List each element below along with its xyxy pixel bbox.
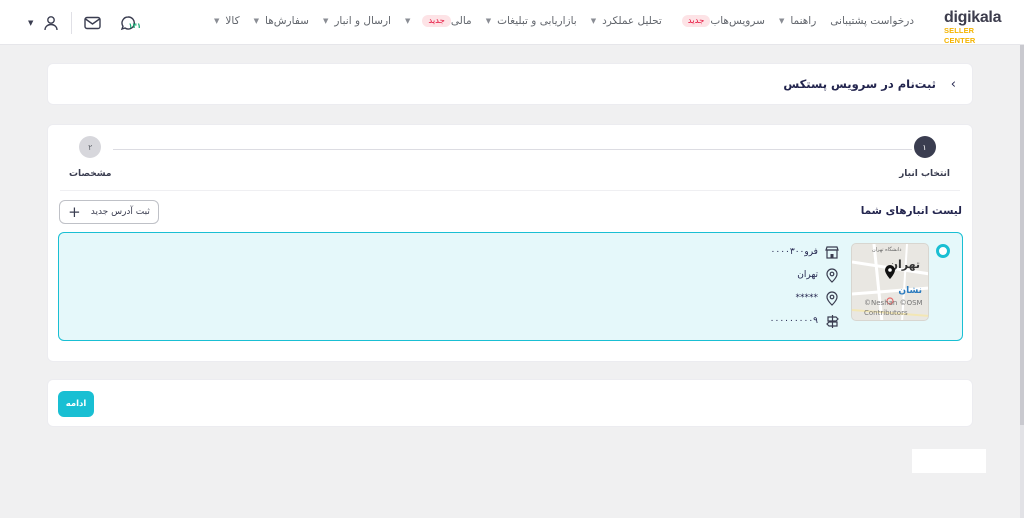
step-2: ۲ مشخصات bbox=[69, 136, 112, 179]
nav-label: مالی bbox=[450, 15, 472, 27]
nav-item-analytics[interactable]: تحلیل عملکرد ▼ bbox=[591, 15, 662, 27]
logo-text: digikala bbox=[944, 9, 1002, 26]
warehouse-radio[interactable] bbox=[936, 244, 950, 258]
step-1-label: انتخاب انبار bbox=[899, 169, 950, 179]
main-nav: کالا ▼ سفارش‌ها ▼ ارسال و انبار ▼ مالی ج… bbox=[200, 15, 914, 27]
nav-label: راهنما bbox=[790, 15, 817, 27]
warehouse-item[interactable]: دانشگاه تهران تهران نشان ©Neshan ©OSM Co… bbox=[58, 232, 963, 341]
step-1-circle: ۱ bbox=[913, 136, 936, 158]
new-badge: جدید bbox=[422, 15, 451, 27]
warehouse-name-row: فرو۰۰۰۰۳۰۰ bbox=[771, 244, 840, 260]
warehouse-city: تهران bbox=[797, 270, 818, 280]
warehouse-city-row: تهران bbox=[797, 267, 840, 283]
nav-item-finance[interactable]: مالی جدید ▼ bbox=[405, 15, 472, 27]
map-district-label: دانشگاه تهران bbox=[872, 247, 902, 253]
top-header: digikala SELLER CENTER کالا ▼ سفارش‌ها ▼… bbox=[0, 0, 1024, 45]
page-title: ثبت‌نام در سرویس پستکس bbox=[783, 77, 936, 91]
warehouse-list-title: لیست انبارهای شما bbox=[860, 205, 962, 217]
divider bbox=[60, 190, 960, 191]
mail-icon[interactable] bbox=[82, 13, 102, 33]
new-badge: جدید bbox=[681, 15, 711, 27]
warehouse-postal: ***** bbox=[795, 293, 819, 303]
step-2-label: مشخصات bbox=[69, 169, 112, 179]
caret-down-icon: ▼ bbox=[590, 17, 597, 25]
nav-item-orders[interactable]: سفارش‌ها ▼ bbox=[254, 15, 309, 27]
step-2-circle: ۲ bbox=[79, 136, 102, 158]
caret-down-icon: ▼ bbox=[322, 17, 329, 25]
location-pin-icon bbox=[824, 267, 840, 283]
nav-label: بازاریابی و تبلیغات bbox=[497, 15, 577, 27]
nav-label: سرویس‌هاب bbox=[710, 15, 765, 27]
user-icon[interactable] bbox=[41, 13, 61, 33]
caret-down-icon: ▼ bbox=[778, 17, 785, 25]
add-address-button[interactable]: ثبت آدرس جدید + bbox=[59, 200, 159, 224]
stepper-line bbox=[113, 149, 912, 150]
map-pin-icon bbox=[885, 264, 895, 283]
nav-item-support[interactable]: درخواست پشتیبانی bbox=[830, 15, 914, 27]
footer-card: ادامه bbox=[47, 379, 973, 427]
nav-item-marketing[interactable]: بازاریابی و تبلیغات ▼ bbox=[486, 15, 577, 27]
digikala-logo[interactable]: digikala SELLER CENTER bbox=[944, 10, 1006, 46]
location-pin-icon bbox=[824, 290, 840, 306]
map-brand-label: نشان bbox=[898, 286, 922, 296]
warehouse-name: فرو۰۰۰۰۳۰۰ bbox=[770, 247, 818, 257]
nav-item-products[interactable]: کالا ▼ bbox=[214, 15, 240, 27]
warehouse-map-thumbnail: دانشگاه تهران تهران نشان ©Neshan ©OSM Co… bbox=[851, 243, 929, 321]
store-icon bbox=[824, 244, 840, 260]
continue-button[interactable]: ادامه bbox=[58, 391, 94, 417]
caret-down-icon: ▼ bbox=[485, 17, 492, 25]
header-actions: ▼ ۱۴۱ bbox=[28, 12, 142, 34]
nav-item-guide[interactable]: راهنما ▼ bbox=[779, 15, 816, 27]
nav-label: سفارش‌ها bbox=[265, 15, 309, 27]
caret-down-icon: ▼ bbox=[253, 17, 259, 25]
support-count: ۱۴۱ bbox=[128, 22, 142, 30]
nav-label: تحلیل عملکرد bbox=[602, 15, 662, 27]
step-1: ۱ انتخاب انبار bbox=[899, 136, 950, 179]
nav-item-shipping[interactable]: ارسال و انبار ▼ bbox=[323, 15, 391, 27]
caret-down-icon[interactable]: ▼ bbox=[28, 19, 33, 27]
logo-subtitle: SELLER CENTER bbox=[944, 26, 976, 45]
plus-icon: + bbox=[68, 203, 81, 221]
header-divider bbox=[71, 12, 73, 34]
warehouse-postal-row: ***** bbox=[796, 290, 841, 306]
nav-label: درخواست پشتیبانی bbox=[830, 15, 914, 27]
nav-item-service-hub[interactable]: سرویس‌هاب جدید bbox=[676, 15, 765, 27]
warehouse-selection-card: ۱ انتخاب انبار ۲ مشخصات لیست انبارهای شم… bbox=[47, 124, 973, 362]
add-address-label: ثبت آدرس جدید bbox=[90, 207, 150, 217]
nav-label: کالا bbox=[225, 15, 240, 27]
nav-label: ارسال و انبار bbox=[334, 15, 391, 27]
page-title-card: ‹ ثبت‌نام در سرویس پستکس bbox=[47, 63, 973, 105]
caret-down-icon: ▼ bbox=[214, 17, 220, 25]
signpost-icon bbox=[824, 313, 840, 329]
scrollbar-thumb[interactable] bbox=[1020, 45, 1024, 425]
warehouse-code-row: ۰۰۰۰۰۰۰۰۰۹ bbox=[770, 313, 840, 329]
caret-down-icon: ▼ bbox=[404, 17, 411, 25]
overlay-patch bbox=[912, 449, 986, 473]
map-credit: ©Neshan ©OSM Contributors bbox=[864, 299, 923, 317]
support-chat-icon[interactable]: ۱۴۱ bbox=[116, 13, 142, 33]
warehouse-code: ۰۰۰۰۰۰۰۰۰۹ bbox=[769, 316, 818, 326]
back-chevron-icon[interactable]: ‹ bbox=[951, 77, 956, 92]
